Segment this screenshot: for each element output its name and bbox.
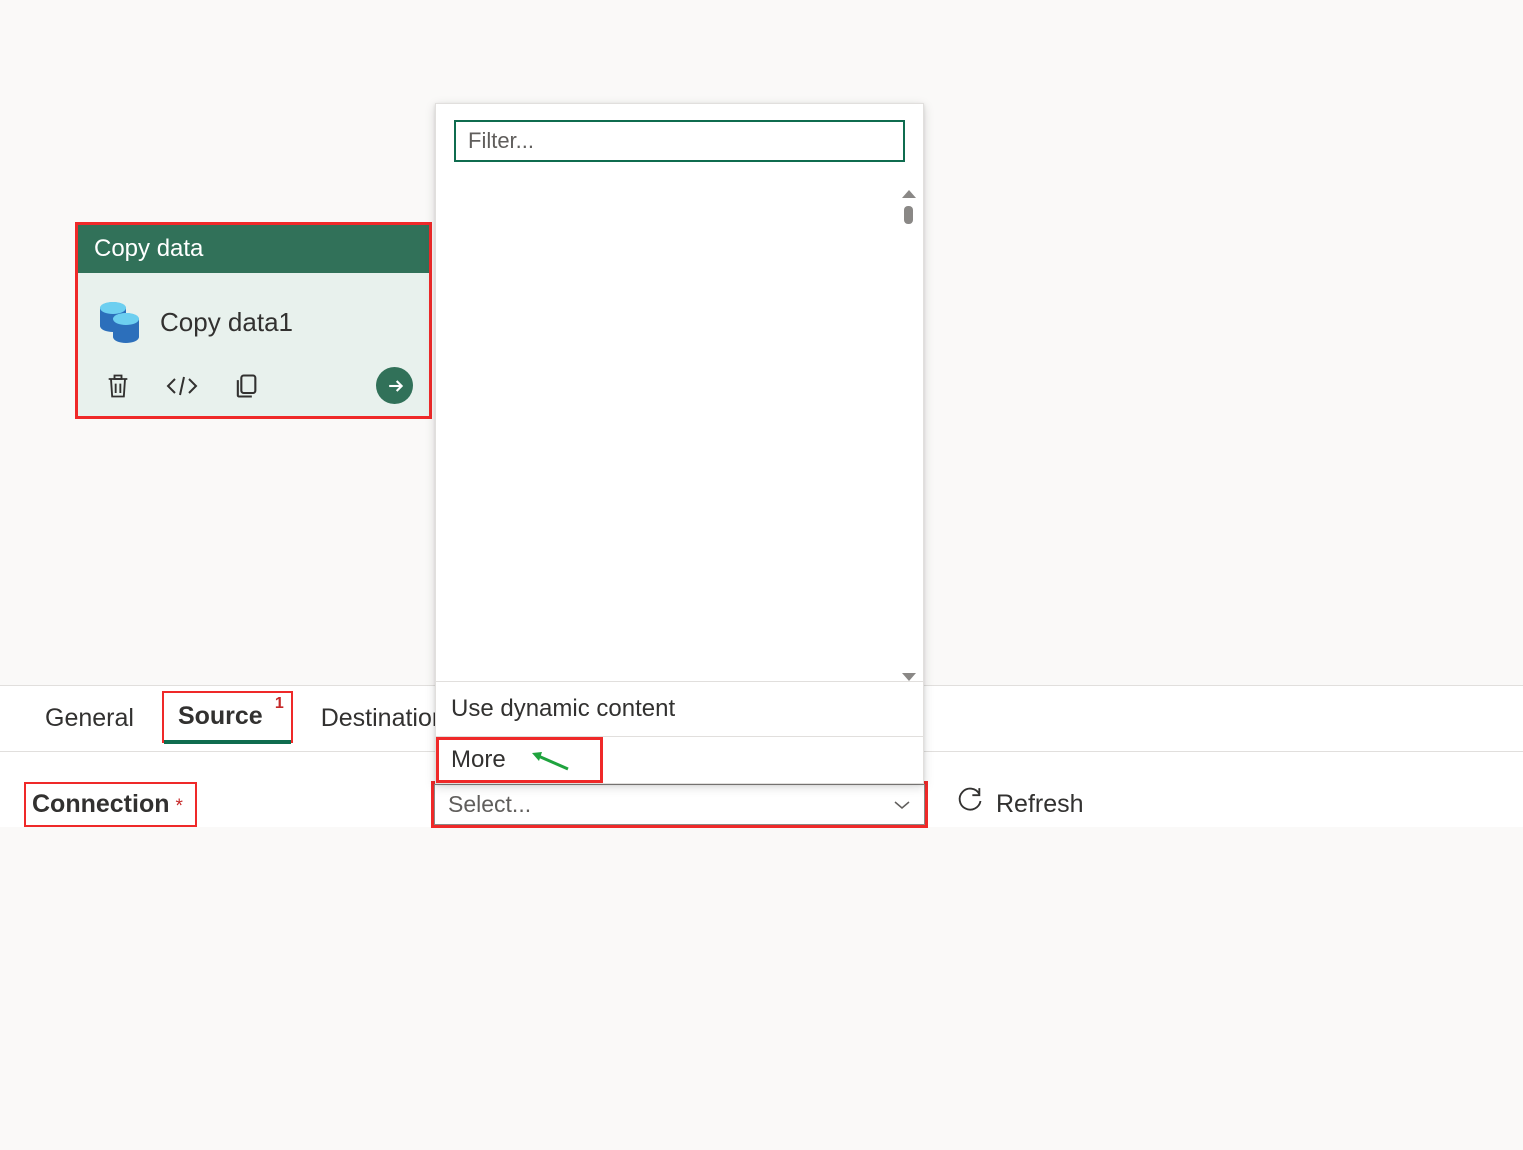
- copy-icon[interactable]: [232, 371, 260, 401]
- required-indicator: *: [176, 796, 183, 818]
- activity-actions: [78, 359, 429, 416]
- delete-icon[interactable]: [104, 371, 132, 401]
- tab-source-label: Source: [178, 702, 263, 730]
- refresh-button[interactable]: Refresh: [956, 787, 1084, 822]
- dropdown-list[interactable]: [436, 178, 923, 681]
- more-option-highlight: More: [436, 737, 603, 783]
- use-dynamic-content-option[interactable]: Use dynamic content: [436, 681, 923, 736]
- tab-source-badge: 1: [275, 695, 284, 713]
- arrow-annotation-icon: [528, 747, 572, 773]
- tab-general[interactable]: General: [27, 686, 152, 749]
- scroll-up-icon[interactable]: [902, 190, 916, 198]
- forward-arrow-button[interactable]: [376, 367, 413, 404]
- connection-select-highlight: Select...: [431, 781, 928, 828]
- database-icon: [98, 297, 142, 347]
- tab-source-highlight: Source 1: [162, 691, 293, 743]
- scrollbar[interactable]: [902, 190, 915, 681]
- chevron-down-icon: [893, 799, 911, 811]
- scroll-thumb[interactable]: [904, 206, 913, 224]
- connection-dropdown-panel: Use dynamic content More: [435, 103, 924, 784]
- copy-data-activity[interactable]: Copy data Copy data1: [75, 222, 432, 419]
- tab-destination[interactable]: Destination 1: [303, 686, 454, 749]
- more-option-row: More: [436, 736, 923, 783]
- more-option[interactable]: More: [451, 746, 506, 774]
- tab-source[interactable]: Source 1: [164, 693, 291, 741]
- filter-input[interactable]: [454, 120, 905, 162]
- refresh-icon: [956, 787, 984, 822]
- connection-label: Connection: [32, 790, 170, 819]
- connection-select[interactable]: Select...: [434, 784, 925, 825]
- scroll-down-icon[interactable]: [902, 673, 916, 681]
- activity-name: Copy data1: [160, 307, 293, 338]
- code-icon[interactable]: [164, 372, 200, 400]
- tab-destination-label: Destination: [321, 704, 446, 732]
- connection-label-highlight: Connection *: [24, 782, 197, 827]
- select-placeholder: Select...: [448, 791, 531, 818]
- activity-header: Copy data: [78, 225, 429, 273]
- activity-body: Copy data1: [78, 273, 429, 359]
- refresh-label: Refresh: [996, 790, 1084, 819]
